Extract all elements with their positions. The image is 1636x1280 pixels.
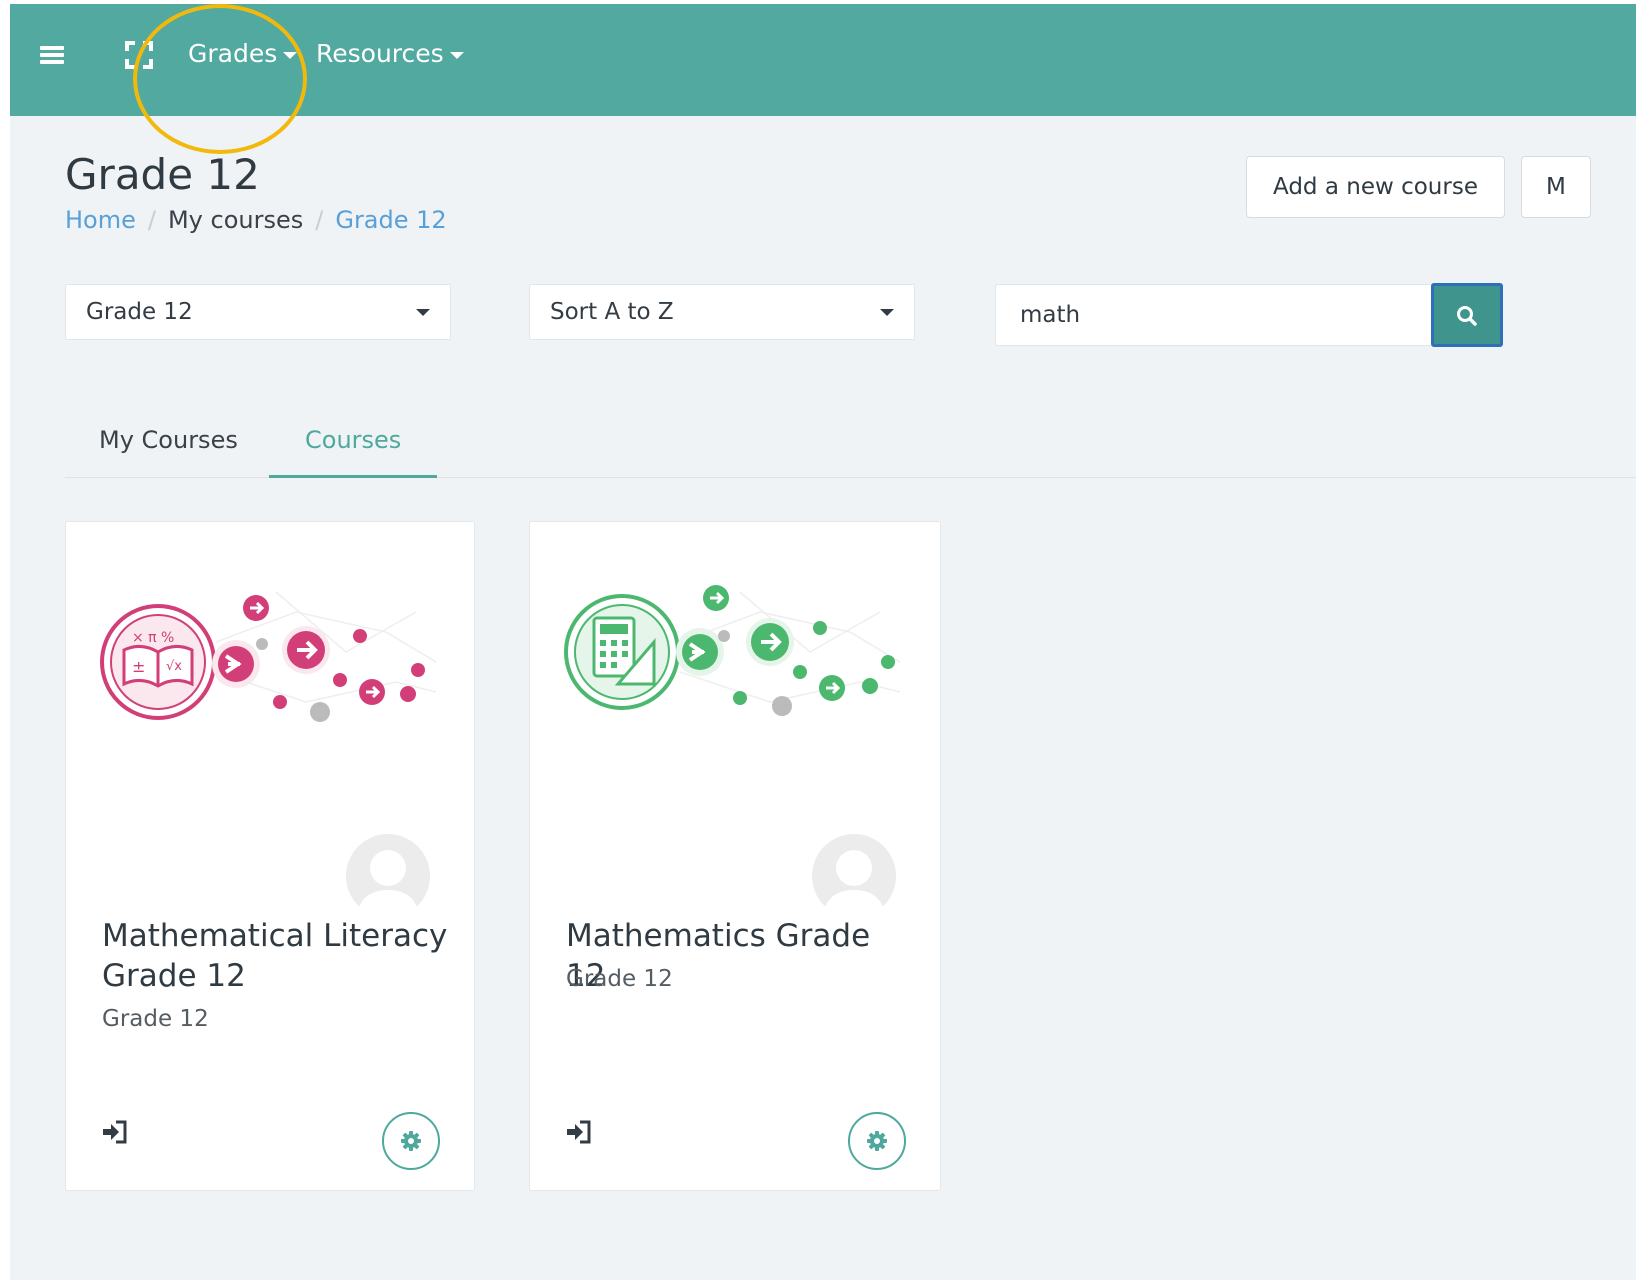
breadcrumb-grade-12[interactable]: Grade 12	[335, 206, 446, 234]
open-book-math-icon: × π % ± √x	[100, 591, 437, 722]
tab-my-courses[interactable]: My Courses	[65, 408, 272, 478]
search-button[interactable]	[1431, 283, 1503, 347]
course-card[interactable]: × π % ± √x Mathematical Literacy Grade 1…	[65, 521, 475, 1191]
nav-resources-menu[interactable]: Resources	[316, 34, 464, 74]
gear-icon	[867, 1131, 887, 1151]
teacher-avatar	[346, 834, 430, 918]
add-new-course-button[interactable]: Add a new course	[1246, 156, 1505, 218]
enter-course-icon[interactable]	[566, 1120, 592, 1144]
breadcrumb-separator: /	[315, 206, 324, 234]
course-tabs: My Courses Courses	[65, 408, 1636, 478]
nav-resources-label: Resources	[316, 39, 444, 68]
breadcrumb-home[interactable]: Home	[65, 206, 136, 234]
course-category: Grade 12	[566, 966, 673, 992]
course-card[interactable]: Mathematics Grade 12 Grade 12	[529, 521, 941, 1191]
chevron-down-icon	[449, 51, 464, 59]
course-settings-button[interactable]	[382, 1112, 440, 1170]
category-select-value: Grade 12	[86, 299, 193, 325]
nav-grades-menu[interactable]: Grades	[188, 34, 298, 74]
svg-text:× π %: × π %	[132, 630, 174, 646]
page-title: Grade 12	[65, 150, 260, 199]
course-settings-button[interactable]	[848, 1112, 906, 1170]
chevron-down-icon	[880, 309, 894, 316]
course-category: Grade 12	[102, 1006, 209, 1032]
category-select[interactable]: Grade 12	[65, 284, 451, 340]
breadcrumb-separator: /	[147, 206, 156, 234]
tab-courses[interactable]: Courses	[269, 408, 438, 478]
enter-course-icon[interactable]	[102, 1120, 128, 1144]
teacher-avatar	[812, 834, 896, 918]
chevron-down-icon	[283, 51, 298, 59]
gear-icon	[401, 1131, 421, 1151]
more-actions-button[interactable]: M	[1521, 156, 1591, 218]
svg-text:√x: √x	[166, 659, 182, 674]
top-navbar: Grades Resources	[10, 4, 1636, 116]
search-icon	[1457, 306, 1477, 326]
breadcrumb: Home / My courses / Grade 12	[65, 206, 447, 234]
svg-text:±: ±	[132, 657, 145, 676]
fullscreen-icon[interactable]	[124, 40, 154, 70]
course-title[interactable]: Mathematical Literacy Grade 12	[102, 916, 452, 996]
sort-select[interactable]: Sort A to Z	[529, 284, 915, 340]
nav-grades-label: Grades	[188, 39, 278, 68]
search-input[interactable]	[995, 284, 1431, 346]
breadcrumb-my-courses: My courses	[167, 206, 304, 234]
chevron-down-icon	[416, 309, 430, 316]
app-frame: Grades Resources Grade 12 Home / My course…	[10, 4, 1636, 1280]
hamburger-menu-icon[interactable]	[40, 44, 66, 66]
sort-select-value: Sort A to Z	[550, 299, 674, 325]
calculator-ruler-icon	[564, 585, 901, 716]
